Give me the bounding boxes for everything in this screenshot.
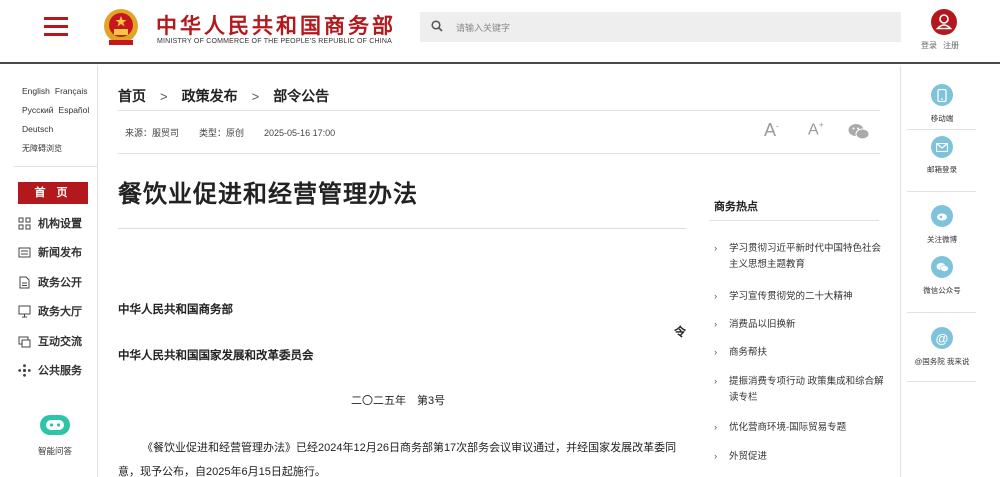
nav-label: 政务公开: [38, 277, 82, 289]
site-header: 中华人民共和国商务部 MINISTRY OF COMMERCE OF THE P…: [0, 0, 1000, 64]
hot-topic-item[interactable]: › 提振消费专项行动 政策集成和综合解读专栏: [714, 374, 884, 406]
chevron-right-icon: ›: [714, 451, 718, 462]
hot-topic-item[interactable]: › 学习宣传贯彻党的二十大精神: [714, 289, 884, 305]
weibo-label[interactable]: 关注微博: [902, 234, 982, 245]
nav-label: 新闻发布: [38, 247, 82, 259]
mail-login-label[interactable]: 邮箱登录: [902, 164, 982, 175]
nav-item-organization[interactable]: 机构设置: [18, 213, 82, 233]
state-council-label[interactable]: @国务院 我来说: [902, 356, 982, 367]
wechat-share-icon[interactable]: [848, 123, 870, 140]
hot-topics-title: 商务热点: [714, 201, 758, 213]
nav-item-service-hall[interactable]: 政务大厅: [18, 301, 82, 321]
article-title: 餐饮业促进和经营管理办法: [118, 180, 418, 208]
hot-topic-item[interactable]: › 消费品以旧换新: [714, 317, 884, 333]
left-sidebar: English Français Русский Español Deutsch 无…: [0, 66, 98, 477]
wechat-official-label[interactable]: 微信公众号: [902, 285, 982, 296]
search-icon[interactable]: [431, 20, 443, 32]
accessibility-link[interactable]: 无障碍浏览: [22, 144, 62, 153]
search-placeholder[interactable]: 请输入关键字: [456, 21, 510, 34]
breadcrumb: 首页 > 政策发布 > 部令公告: [118, 86, 329, 106]
site-title-en: MINISTRY OF COMMERCE OF THE PEOPLE'S REP…: [157, 38, 393, 45]
user-links: 登录 注册: [921, 40, 965, 51]
chevron-right-icon: ›: [714, 291, 718, 302]
nav-label: 政务大厅: [38, 306, 82, 318]
divider: [907, 312, 976, 313]
meta-date: 2025-05-16 17:00: [264, 128, 336, 138]
search-box[interactable]: 请输入关键字: [420, 12, 901, 42]
menu-icon[interactable]: [44, 17, 68, 37]
mobile-icon[interactable]: [931, 84, 953, 106]
hot-topic-item[interactable]: › 优化营商环境-国际贸易专题: [714, 420, 884, 436]
nav-label: 机构设置: [38, 218, 82, 230]
meta-type: 类型：原创: [199, 128, 245, 138]
chevron-right-icon: >: [251, 88, 260, 104]
mobile-label[interactable]: 移动端: [902, 113, 982, 124]
chevron-right-icon: >: [160, 88, 168, 104]
title-divider: [118, 228, 686, 229]
org-chart-icon: [18, 217, 31, 230]
meta-source: 来源：服贸司: [125, 128, 180, 138]
national-emblem-icon: [104, 9, 138, 45]
language-links: English Français Русский Español Deutsch 无…: [22, 82, 94, 158]
chatbot-icon[interactable]: [39, 413, 71, 437]
chevron-right-icon: ›: [714, 319, 718, 330]
divider: [907, 129, 976, 130]
nav-item-gov-affairs[interactable]: 政务公开: [18, 272, 82, 292]
chevron-right-icon: ›: [714, 422, 718, 433]
article-meta-bar: 来源：服贸司 类型：原创 2025-05-16 17:00 A- A+: [118, 110, 880, 154]
nav-label: 公共服务: [38, 365, 82, 377]
breadcrumb-notices[interactable]: 部令公告: [273, 86, 329, 106]
article-meta: 来源：服贸司 类型：原创 2025-05-16 17:00: [125, 126, 355, 139]
lang-french[interactable]: Français: [55, 86, 88, 96]
issuing-org-2: 中华人民共和国国家发展和改革委员会: [118, 350, 314, 362]
chevron-right-icon: ›: [714, 376, 718, 387]
assistant-label[interactable]: 智能问答: [38, 445, 72, 457]
chat-window-icon: [18, 335, 31, 348]
breadcrumb-policy[interactable]: 政策发布: [182, 86, 238, 106]
hot-topic-item[interactable]: › 学习贯彻习近平新时代中国特色社会主义思想主题教育: [714, 241, 884, 273]
wechat-icon[interactable]: [931, 256, 953, 278]
chevron-right-icon: ›: [714, 347, 718, 358]
user-avatar-icon[interactable]: [931, 9, 957, 35]
breadcrumb-home[interactable]: 首页: [118, 86, 146, 106]
mail-icon[interactable]: [931, 136, 953, 158]
lang-german[interactable]: Deutsch: [22, 124, 53, 134]
nav-label: 互动交流: [38, 336, 82, 348]
lang-spanish[interactable]: Español: [59, 105, 90, 115]
font-decrease-icon[interactable]: A-: [764, 120, 779, 141]
weibo-icon[interactable]: [931, 205, 953, 227]
font-increase-icon[interactable]: A+: [808, 120, 824, 139]
document-number: 二〇二五年 第3号: [351, 395, 446, 407]
hot-topic-item[interactable]: › 外贸促进: [714, 449, 884, 465]
nav-item-news[interactable]: 新闻发布: [18, 242, 82, 262]
monitor-icon: [18, 305, 31, 318]
hot-topics-divider: [709, 220, 879, 221]
article-paragraph: 《餐饮业促进和经营管理办法》已经2024年12月26日商务部第17次部务会议审议…: [118, 442, 677, 477]
order-label: 令: [674, 325, 687, 339]
network-icon: [18, 363, 31, 377]
nav-item-public-service[interactable]: 公共服务: [18, 360, 82, 380]
issuing-org-1: 中华人民共和国商务部: [118, 304, 233, 316]
nav-home-button[interactable]: 首 页: [18, 182, 88, 204]
divider: [907, 381, 976, 382]
hot-topic-item[interactable]: › 商务帮扶: [714, 345, 884, 361]
nav-item-interaction[interactable]: 互动交流: [18, 331, 82, 351]
register-link[interactable]: 注册: [943, 41, 959, 50]
lang-russian[interactable]: Русский: [22, 105, 54, 115]
divider: [907, 191, 976, 192]
lang-english[interactable]: English: [22, 86, 50, 96]
at-sign-icon[interactable]: @: [931, 327, 953, 349]
divider: [14, 166, 98, 167]
document-icon: [18, 276, 31, 289]
login-link[interactable]: 登录: [921, 41, 937, 50]
newspaper-icon: [18, 246, 31, 259]
chevron-right-icon: ›: [714, 243, 718, 254]
site-title-cn[interactable]: 中华人民共和国商务部: [156, 10, 396, 40]
